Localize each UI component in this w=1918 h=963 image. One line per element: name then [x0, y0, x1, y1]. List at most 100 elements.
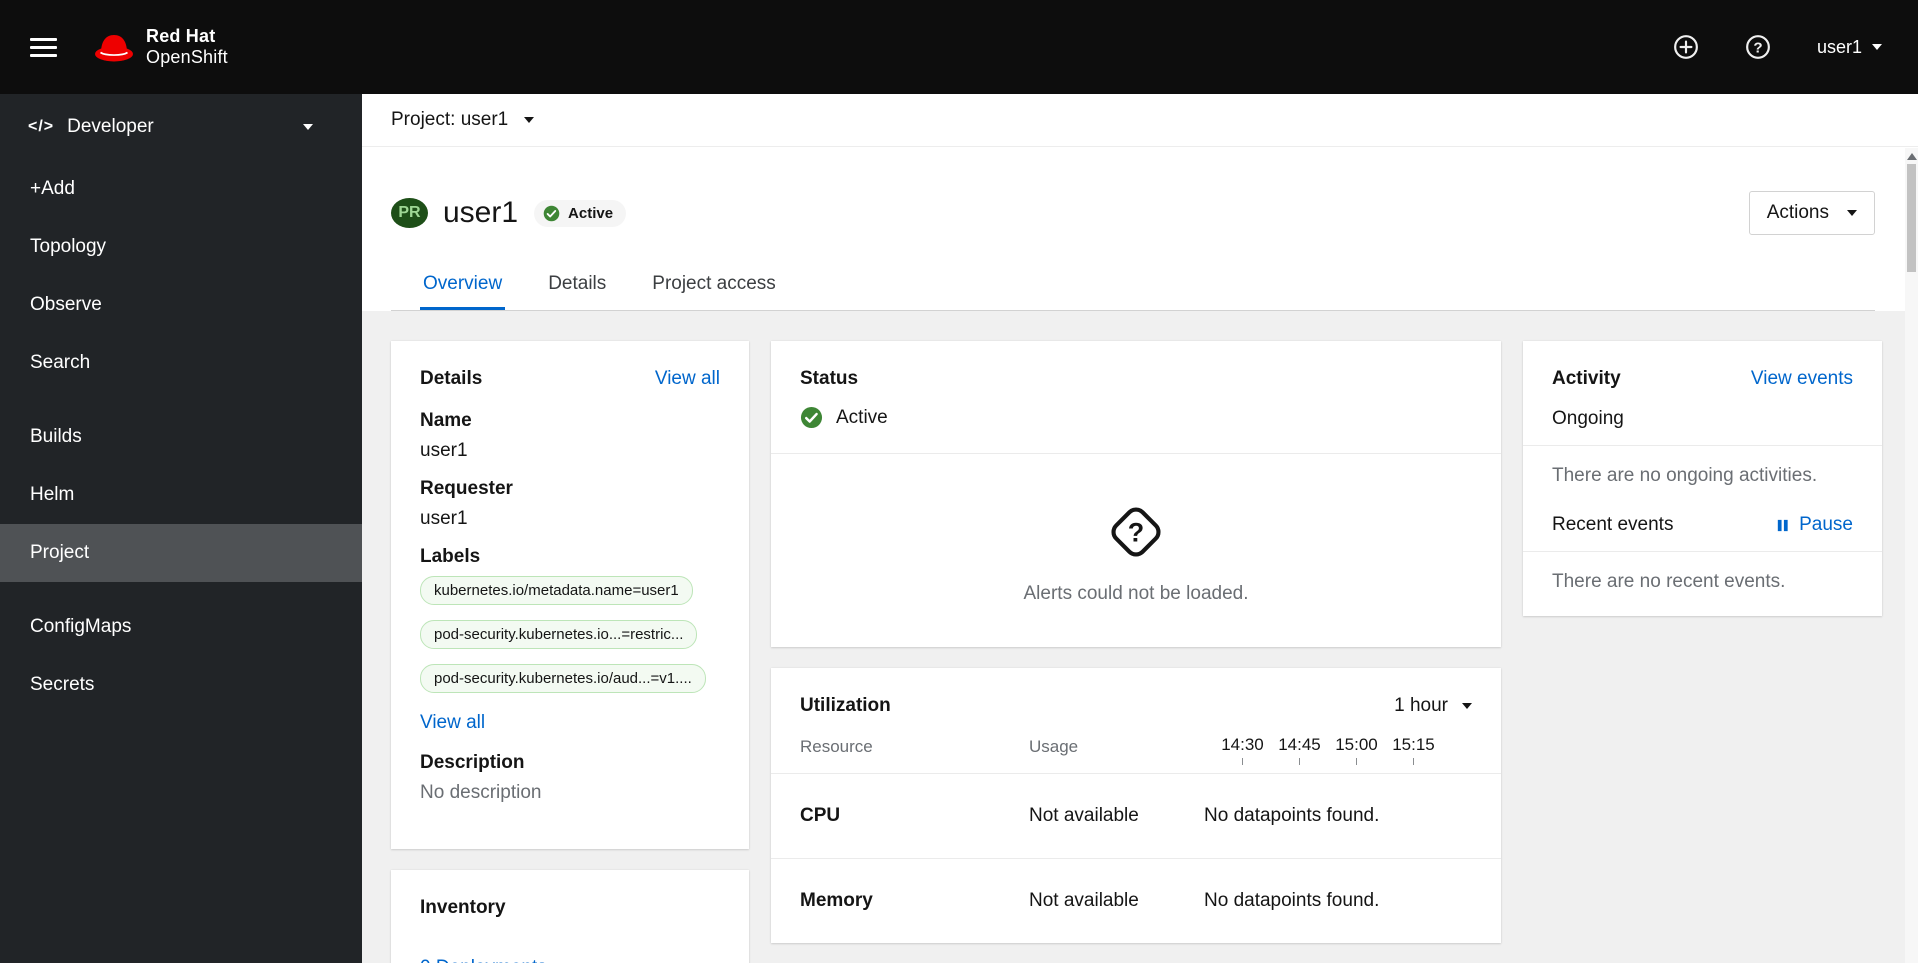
username-label: user1	[1816, 36, 1862, 57]
title-row: PR user1 Active Actions	[391, 191, 1875, 235]
help-question-circle-icon[interactable]: ?	[1745, 34, 1771, 60]
chevron-down-icon	[1462, 703, 1472, 709]
duration-label: 1 hour	[1394, 695, 1448, 716]
main-content: Project: user1 PR user1 Active Actions O…	[362, 94, 1918, 963]
pause-events-button[interactable]: Pause	[1775, 514, 1853, 536]
activity-card: Activity View events Ongoing There are n…	[1523, 341, 1882, 616]
brand-text: Red Hat OpenShift	[146, 26, 228, 68]
check-circle-icon	[543, 205, 560, 221]
chevron-down-icon	[303, 124, 313, 130]
tab-details[interactable]: Details	[545, 259, 609, 310]
left-column: Details View all Name user1 Requester us…	[391, 341, 749, 963]
nav-toggle-hamburger-icon[interactable]	[30, 33, 57, 62]
details-view-all-link[interactable]: View all	[655, 368, 720, 390]
add-plus-circle-icon[interactable]	[1673, 34, 1699, 60]
requester-value: user1	[420, 508, 468, 529]
brand-logo: Red Hat OpenShift	[93, 26, 228, 68]
sidebar-item-add[interactable]: +Add	[0, 160, 362, 218]
tab-overview[interactable]: Overview	[420, 259, 506, 310]
ongoing-empty-message: There are no ongoing activities.	[1552, 465, 1818, 486]
ongoing-section-header: Ongoing	[1523, 404, 1882, 445]
resource-datapoints: No datapoints found.	[1204, 890, 1380, 911]
sidebar-item-topology[interactable]: Topology	[0, 218, 362, 276]
inventory-card: Inventory 0 Deployments	[391, 870, 749, 963]
label-chip: pod-security.kubernetes.io/aud...=v1....	[420, 664, 706, 693]
usage-column-header: Usage	[1029, 737, 1079, 756]
right-column: Activity View events Ongoing There are n…	[1523, 341, 1882, 616]
check-circle-icon	[800, 406, 823, 429]
sidebar-group-resources: Builds Helm Project	[0, 404, 362, 582]
details-card-body: Name user1 Requester user1 Labels kubern…	[391, 404, 749, 849]
perspective-switcher[interactable]: </> Developer	[0, 94, 362, 156]
description-value: No description	[420, 782, 542, 803]
inventory-card-body: 0 Deployments	[391, 933, 749, 963]
utilization-card: Utilization 1 hour Resource Usage 14:30 …	[771, 668, 1501, 943]
resource-usage: Not available	[1029, 805, 1139, 826]
project-status-row: Active	[771, 404, 1501, 453]
user-menu-dropdown[interactable]: user1	[1817, 37, 1882, 58]
sidebar-item-configmaps[interactable]: ConfigMaps	[0, 598, 362, 656]
inventory-card-title: Inventory	[420, 897, 506, 918]
sidebar-group-main: +Add Topology Observe Search	[0, 156, 362, 392]
actions-button-label: Actions	[1766, 202, 1829, 223]
masthead: Red Hat OpenShift ? user1	[0, 0, 1918, 94]
utilization-card-title: Utilization	[800, 695, 891, 716]
sidebar-item-search[interactable]: Search	[0, 334, 362, 392]
time-tick: 14:30	[1214, 735, 1271, 765]
alerts-empty-message: Alerts could not be loaded.	[1023, 583, 1249, 604]
project-resource-badge: PR	[391, 198, 428, 228]
resource-datapoints: No datapoints found.	[1204, 805, 1380, 826]
status-state-label: Active	[836, 406, 888, 428]
utilization-row-memory: Memory Not available No datapoints found…	[771, 858, 1501, 943]
middle-column: Status Active ? Alerts could not be load	[771, 341, 1501, 943]
status-card-title: Status	[800, 368, 859, 389]
pause-button-label: Pause	[1799, 514, 1853, 535]
duration-dropdown[interactable]: 1 hour	[1394, 695, 1472, 717]
actions-button[interactable]: Actions	[1748, 191, 1875, 235]
chevron-down-icon	[1872, 44, 1882, 50]
project-selector-label: Project: user1	[391, 109, 509, 130]
overview-dashboard: Details View all Name user1 Requester us…	[362, 311, 1918, 963]
sidebar-item-secrets[interactable]: Secrets	[0, 656, 362, 714]
name-label: Name	[420, 410, 472, 431]
time-tick: 14:45	[1271, 735, 1328, 765]
vertical-scrollbar[interactable]	[1905, 148, 1918, 963]
chevron-down-icon	[1847, 210, 1857, 216]
sidebar-group-config: ConfigMaps Secrets	[0, 594, 362, 714]
resource-column-header: Resource	[800, 737, 873, 756]
sidebar: </> Developer +Add Topology Observe Sear…	[0, 94, 362, 963]
activity-card-title: Activity	[1552, 368, 1621, 389]
tab-bar: Overview Details Project access	[391, 259, 1875, 311]
page-header: PR user1 Active Actions Overview Details…	[362, 147, 1918, 311]
brand-line1: Red Hat	[146, 26, 216, 46]
developer-code-icon: </>	[28, 118, 55, 135]
time-tick: 15:00	[1328, 735, 1385, 765]
resource-name: Memory	[800, 890, 873, 911]
labels-label: Labels	[420, 546, 481, 567]
sidebar-item-builds[interactable]: Builds	[0, 408, 362, 466]
label-chip: pod-security.kubernetes.io...=restric...	[420, 620, 698, 649]
page-title: user1	[443, 196, 519, 229]
unknown-glyph: ?	[1128, 517, 1144, 547]
labels-view-all-link[interactable]: View all	[420, 712, 485, 734]
deployments-link[interactable]: 0 Deployments	[420, 957, 720, 963]
tab-project-access[interactable]: Project access	[649, 259, 779, 310]
project-selector[interactable]: Project: user1	[391, 109, 535, 131]
status-badge-label: Active	[568, 204, 614, 222]
chevron-down-icon	[524, 117, 535, 123]
recent-events-section-header: Recent events Pause	[1523, 510, 1882, 551]
brand-line2: OpenShift	[146, 47, 228, 67]
scrollbar-up-arrow[interactable]	[1906, 153, 1917, 160]
recent-events-empty-message: There are no recent events.	[1552, 571, 1786, 592]
sidebar-item-project[interactable]: Project	[0, 524, 362, 582]
sidebar-item-helm[interactable]: Helm	[0, 466, 362, 524]
sidebar-item-observe[interactable]: Observe	[0, 276, 362, 334]
help-question-glyph: ?	[1753, 39, 1762, 56]
masthead-actions: ? user1	[1673, 34, 1918, 60]
requester-label: Requester	[420, 478, 513, 499]
utilization-row-cpu: CPU Not available No datapoints found.	[771, 774, 1501, 858]
status-badge: Active	[534, 199, 627, 227]
view-events-link[interactable]: View events	[1751, 368, 1853, 390]
time-tick: 15:15	[1385, 735, 1442, 765]
scrollbar-thumb[interactable]	[1907, 164, 1916, 272]
